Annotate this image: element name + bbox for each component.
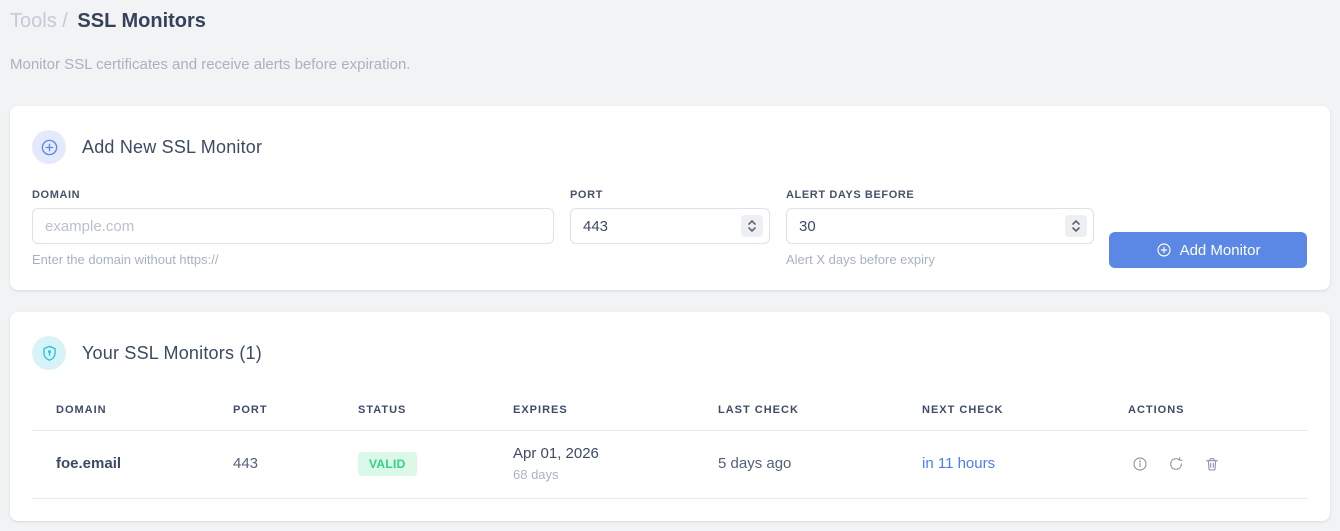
- add-monitor-form: DOMAIN Enter the domain without https://…: [32, 189, 1308, 268]
- domain-input[interactable]: [32, 208, 554, 244]
- add-monitor-button-label: Add Monitor: [1179, 241, 1261, 259]
- add-monitor-card-header: Add New SSL Monitor: [32, 130, 1308, 164]
- col-header-status: STATUS: [334, 392, 489, 431]
- monitors-list-card: Your SSL Monitors (1) DOMAIN PORT STATUS…: [10, 312, 1330, 521]
- col-header-last-check: LAST CHECK: [694, 392, 898, 431]
- alert-days-label: ALERT DAYS BEFORE: [786, 189, 915, 201]
- monitors-table: DOMAIN PORT STATUS EXPIRES LAST CHECK NE…: [32, 392, 1308, 499]
- add-monitor-card-title: Add New SSL Monitor: [82, 136, 263, 157]
- alert-days-field-group: ALERT DAYS BEFORE Alert X days before ex…: [786, 189, 1094, 267]
- alert-days-helper: Alert X days before expiry: [786, 252, 935, 267]
- monitor-actions: [1104, 430, 1308, 499]
- monitor-port: 443: [209, 430, 334, 499]
- status-badge: VALID: [358, 451, 417, 476]
- domain-label: DOMAIN: [32, 189, 81, 201]
- page-subtitle: Monitor SSL certificates and receive ale…: [10, 56, 411, 73]
- plus-circle-icon: [32, 130, 66, 164]
- page-title: SSL Monitors: [77, 10, 206, 32]
- col-header-domain: DOMAIN: [32, 392, 209, 431]
- plus-circle-icon: [1156, 242, 1172, 258]
- monitor-last-check: 5 days ago: [694, 430, 898, 499]
- monitor-domain: foe.email: [32, 430, 209, 499]
- refresh-icon[interactable]: [1164, 452, 1188, 476]
- col-header-port: PORT: [209, 392, 334, 431]
- domain-field-group: DOMAIN Enter the domain without https://: [32, 189, 554, 267]
- monitor-expires-cell: Apr 01, 2026 68 days: [489, 430, 694, 499]
- breadcrumb-parent[interactable]: Tools: [10, 10, 57, 32]
- ssl-monitors-page: Tools / SSL Monitors Monitor SSL certifi…: [0, 0, 1340, 521]
- breadcrumb-separator: /: [62, 10, 68, 32]
- col-header-next-check: NEXT CHECK: [898, 392, 1104, 431]
- domain-helper: Enter the domain without https://: [32, 252, 219, 267]
- info-icon[interactable]: [1128, 452, 1152, 476]
- monitor-status-cell: VALID: [334, 430, 489, 499]
- expires-days-remaining: 68 days: [513, 467, 559, 482]
- col-header-actions: ACTIONS: [1104, 392, 1308, 431]
- table-row: foe.email 443 VALID Apr 01, 2026 68 days…: [32, 430, 1308, 499]
- port-stepper[interactable]: [741, 215, 763, 237]
- breadcrumb: Tools / SSL Monitors: [10, 8, 1330, 34]
- table-header-row: DOMAIN PORT STATUS EXPIRES LAST CHECK NE…: [32, 392, 1308, 431]
- port-field-group: PORT: [570, 189, 770, 244]
- monitors-card-title: Your SSL Monitors (1): [82, 342, 262, 363]
- add-monitor-card: Add New SSL Monitor DOMAIN Enter the dom…: [10, 106, 1330, 290]
- shield-icon: [32, 336, 66, 370]
- alert-days-stepper[interactable]: [1065, 215, 1087, 237]
- monitors-card-header: Your SSL Monitors (1): [32, 336, 1308, 370]
- trash-icon[interactable]: [1200, 452, 1224, 476]
- monitor-next-check: in 11 hours: [898, 430, 1104, 499]
- alert-days-input[interactable]: [786, 208, 1094, 244]
- port-label: PORT: [570, 189, 603, 201]
- expires-date: Apr 01, 2026: [513, 445, 599, 462]
- port-input[interactable]: [570, 208, 770, 244]
- add-monitor-button[interactable]: Add Monitor: [1109, 232, 1307, 268]
- col-header-expires: EXPIRES: [489, 392, 694, 431]
